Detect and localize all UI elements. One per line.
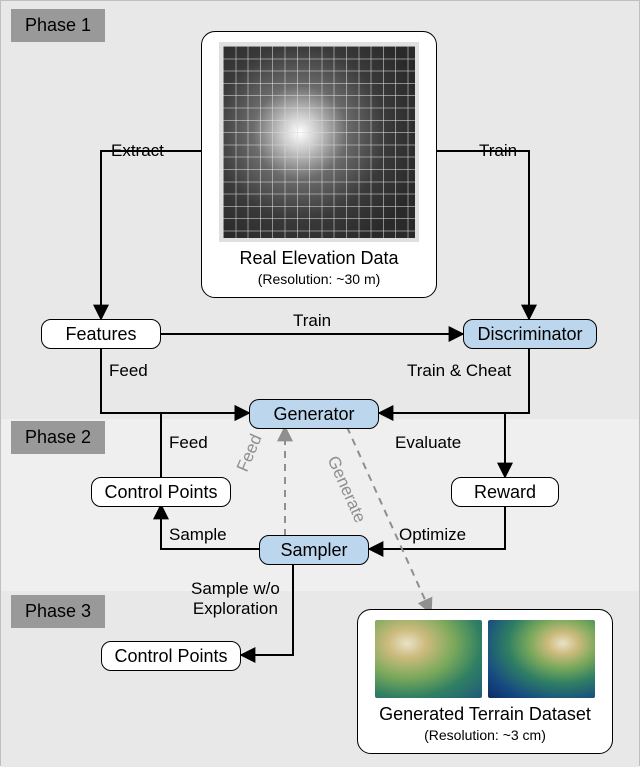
edge-feed-p2: Feed: [169, 433, 208, 453]
edge-train-mid: Train: [293, 311, 331, 331]
node-real-elevation: Real Elevation Data (Resolution: ~30 m): [201, 31, 437, 298]
edge-sample-wo: Sample w/o Exploration: [191, 579, 280, 618]
diagram-canvas: Phase 1 Phase 2 Phase 3 Real Elevation D…: [0, 0, 640, 766]
terrain-thumbnail-b: [488, 620, 595, 698]
node-generator: Generator: [249, 399, 379, 429]
node-generated-terrain: Generated Terrain Dataset (Resolution: ~…: [357, 609, 613, 754]
terrain-thumbnail-pair: [375, 620, 595, 698]
phase3-label: Phase 3: [11, 595, 105, 628]
phase2-label: Phase 2: [11, 421, 105, 454]
edge-extract: Extract: [111, 141, 164, 161]
elevation-subcaption: (Resolution: ~30 m): [258, 271, 381, 287]
phase1-label: Phase 1: [11, 9, 105, 42]
edge-sample: Sample: [169, 525, 227, 545]
edge-feed-left: Feed: [109, 361, 148, 381]
elevation-caption: Real Elevation Data: [239, 248, 398, 269]
generated-caption: Generated Terrain Dataset: [379, 704, 591, 725]
edge-train-top: Train: [479, 141, 517, 161]
elevation-thumbnail: [219, 42, 419, 242]
terrain-thumbnail-a: [375, 620, 482, 698]
generated-subcaption: (Resolution: ~3 cm): [424, 727, 546, 743]
node-reward: Reward: [451, 477, 559, 507]
edge-optimize: Optimize: [399, 525, 466, 545]
edge-train-cheat: Train & Cheat: [407, 361, 511, 381]
node-control-points-1: Control Points: [91, 477, 231, 507]
node-sampler: Sampler: [259, 535, 369, 565]
node-discriminator: Discriminator: [463, 319, 597, 349]
node-control-points-2: Control Points: [101, 641, 241, 671]
node-features: Features: [41, 319, 161, 349]
edge-evaluate: Evaluate: [395, 433, 461, 453]
